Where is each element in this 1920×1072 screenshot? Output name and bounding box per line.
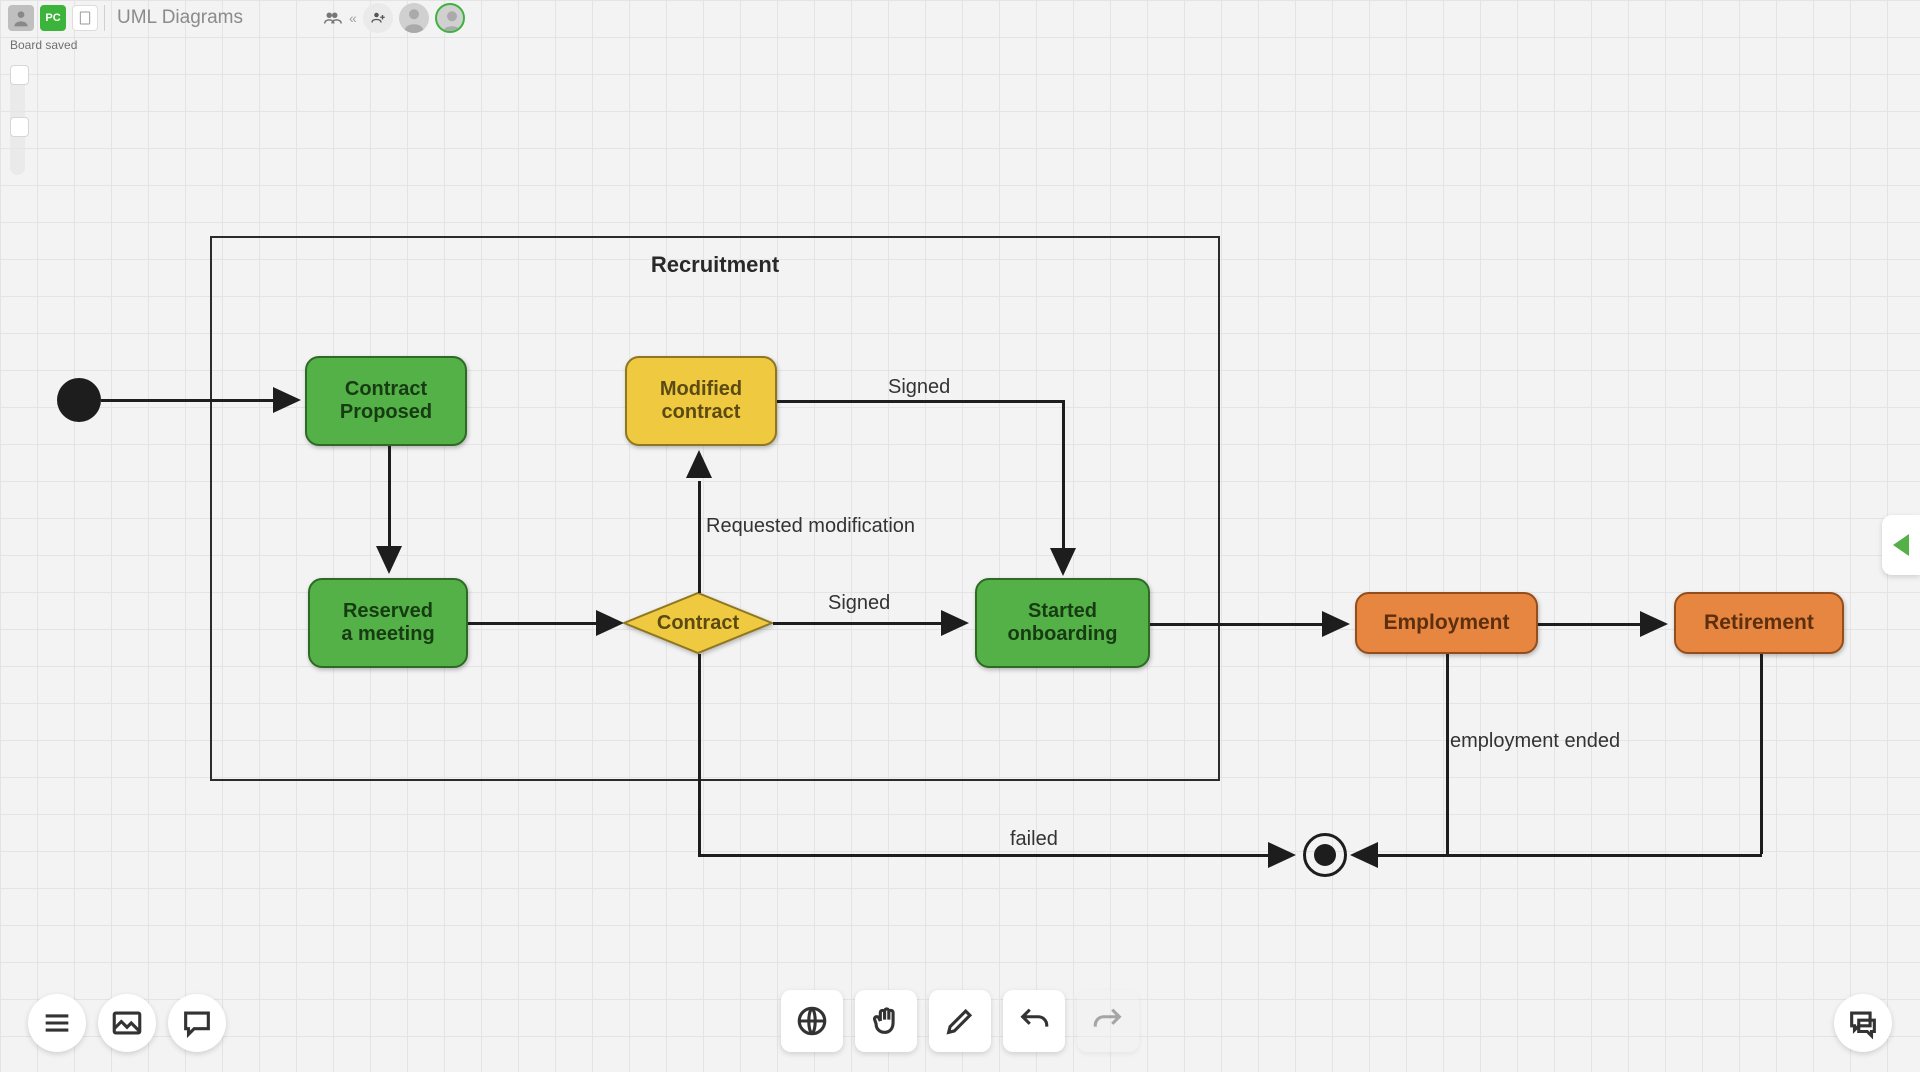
person-icon [437,5,465,33]
arrow-onboarding-to-employment [1322,611,1350,637]
frame-title: Recruitment [651,252,779,278]
node-retirement[interactable]: Retirement [1674,592,1844,654]
node-contract-decision[interactable]: Contract [623,592,773,654]
edge-retirement-down[interactable] [1760,654,1763,854]
label-failed: failed [1010,828,1058,851]
zoom-slider-thumb-top[interactable] [10,65,29,85]
final-state[interactable] [1303,833,1347,877]
arrow-proposed-to-meeting [376,546,402,574]
zoom-slider-thumb-bottom[interactable] [10,117,29,137]
redo-button[interactable] [1077,990,1139,1052]
edge-modified-down[interactable] [1062,400,1065,548]
person-icon [11,8,31,28]
node-reserved-meeting[interactable]: Reserved a meeting [308,578,468,668]
presence-avatar-2[interactable] [435,3,465,33]
pencil-icon [943,1004,977,1038]
group-icon[interactable] [321,7,343,29]
arrow-contract-to-onboarding [941,610,969,636]
edge-employment-to-retirement[interactable] [1538,623,1640,626]
edit-button[interactable] [929,990,991,1052]
header-bar: PC « [0,0,1920,35]
menu-button[interactable] [28,994,86,1052]
arrow-contract-to-modified [686,450,712,478]
save-status: Board saved [10,38,77,52]
person-icon [399,3,429,33]
hand-button[interactable] [855,990,917,1052]
arrow-employment-to-retirement [1640,611,1668,637]
chat-icon [1846,1006,1880,1040]
collapse-chevron-icon[interactable]: « [349,10,357,26]
edge-meeting-to-contract[interactable] [468,622,596,625]
zoom-slider[interactable] [10,65,25,175]
add-user-icon [369,9,387,27]
node-contract-label: Contract [623,592,773,654]
label-employment-ended: employment ended [1450,730,1620,753]
toolbar-center [781,990,1139,1052]
undo-button[interactable] [1003,990,1065,1052]
node-contract-proposed[interactable]: Contract Proposed [305,356,467,446]
frame-recruitment[interactable]: Recruitment [210,236,1220,781]
edge-proposed-down[interactable] [388,446,391,546]
globe-icon [795,1004,829,1038]
initials-avatar[interactable]: PC [40,5,66,31]
blank-page-button[interactable] [72,5,98,31]
menu-icon [40,1006,74,1040]
label-requested-mod: Requested modification [706,515,915,538]
edge-failed-right[interactable] [698,854,1268,857]
presence-avatar-1[interactable] [399,3,429,33]
globe-button[interactable] [781,990,843,1052]
blank-page-icon [77,9,93,27]
edge-contract-up[interactable] [698,481,701,593]
toolbar-right [1834,994,1892,1052]
arrow-employment-to-final [1350,842,1378,868]
arrow-to-onboarding-top [1050,548,1076,576]
initial-state[interactable] [57,378,101,422]
arrow-failed-to-final [1268,842,1296,868]
image-icon [110,1006,144,1040]
undo-icon [1017,1004,1051,1038]
comment-icon [180,1006,214,1040]
comment-button[interactable] [168,994,226,1052]
owner-avatar[interactable] [8,5,34,31]
label-signed-mid: Signed [828,592,890,615]
board-title-input[interactable] [115,6,315,30]
edge-retirement-left[interactable] [1378,854,1762,857]
edge-initial-to-proposed[interactable] [101,399,273,402]
edge-modified-right[interactable] [777,400,1064,403]
edge-contract-to-onboarding[interactable] [773,622,941,625]
label-signed-top: Signed [888,376,950,399]
arrow-meeting-to-contract [596,610,624,636]
arrow-initial-to-proposed [273,387,301,413]
hand-icon [869,1004,903,1038]
divider [104,5,105,31]
toolbar-left [28,994,226,1052]
edge-onboarding-to-employment[interactable] [1150,623,1322,626]
chat-button[interactable] [1834,994,1892,1052]
collapse-icon [1893,534,1909,556]
node-employment[interactable]: Employment [1355,592,1538,654]
node-started-onboarding[interactable]: Started onboarding [975,578,1150,668]
edge-contract-down[interactable] [698,654,701,854]
redo-icon [1091,1004,1125,1038]
add-user-button[interactable] [363,3,393,33]
panel-collapse-tab[interactable] [1882,515,1920,575]
image-button[interactable] [98,994,156,1052]
edge-employment-down[interactable] [1446,654,1449,854]
node-modified-contract[interactable]: Modified contract [625,356,777,446]
